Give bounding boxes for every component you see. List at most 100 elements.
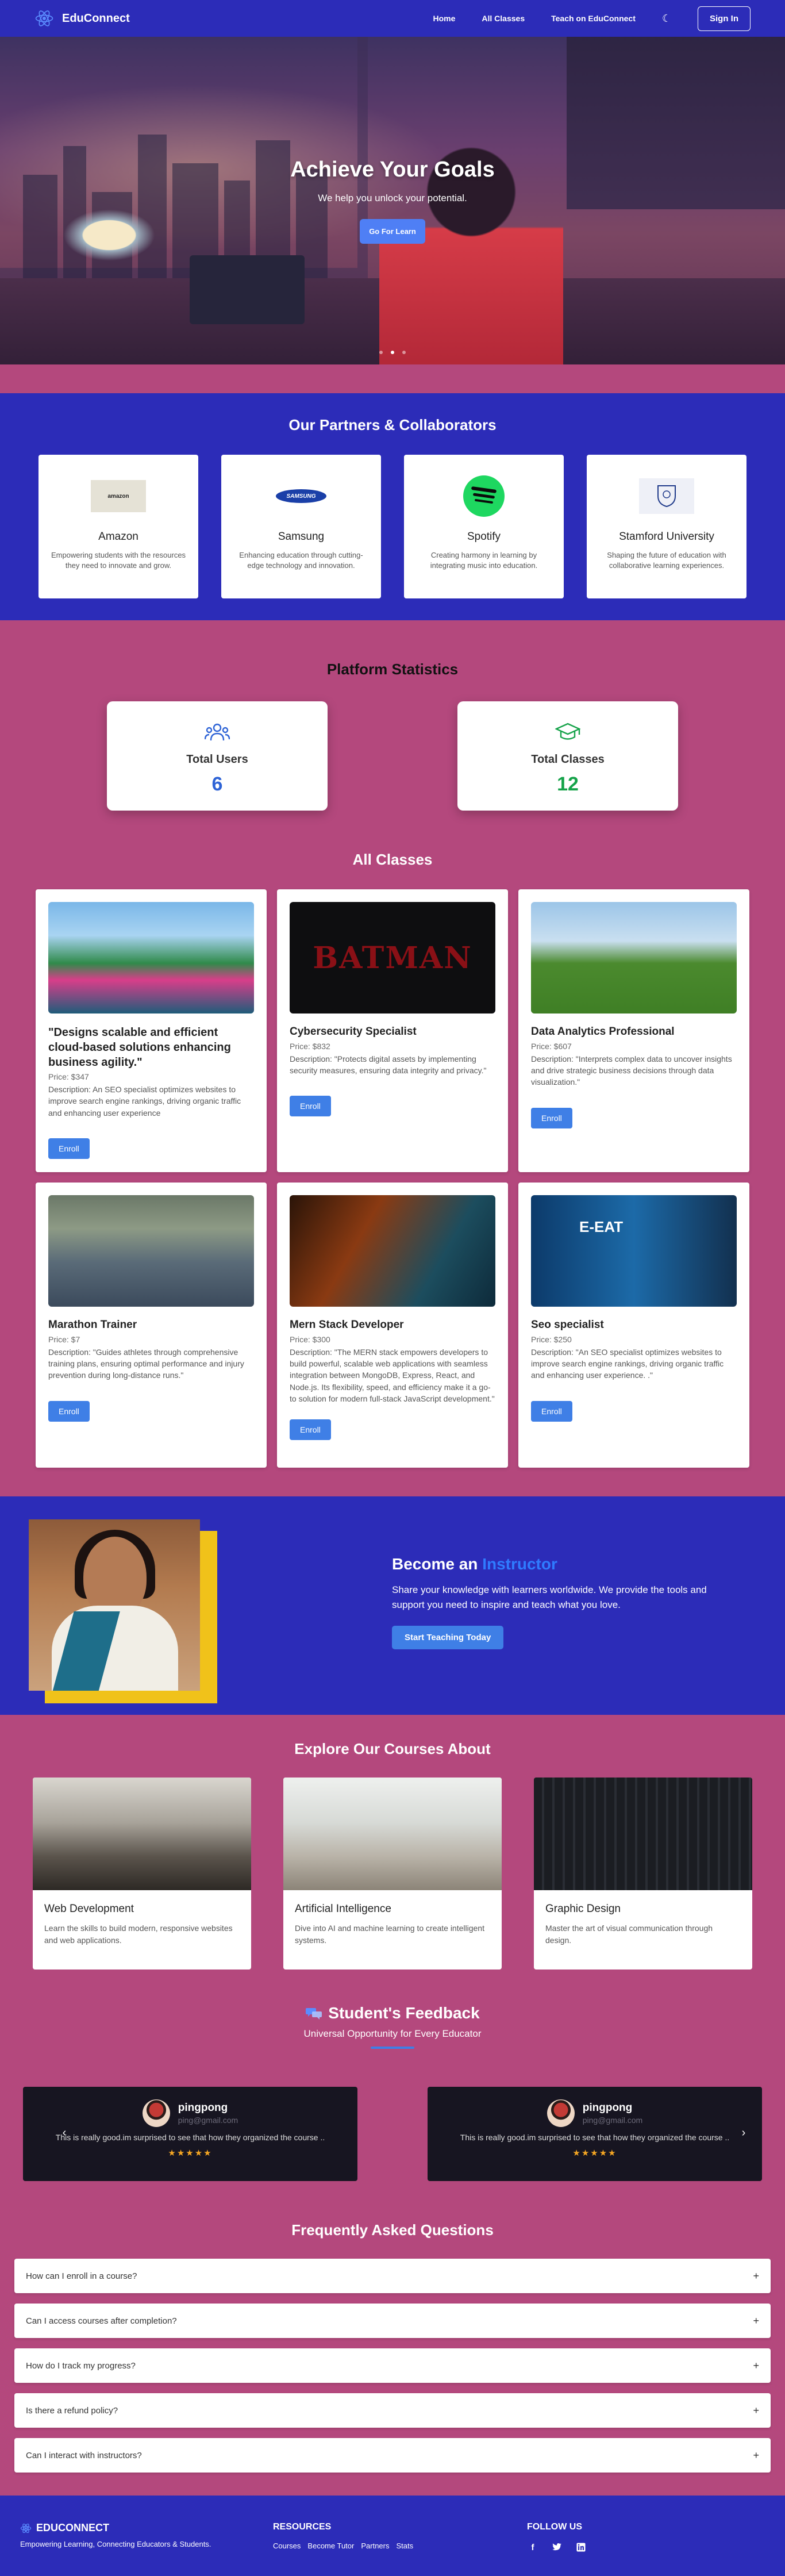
stat-card-classes: Total Classes 12 bbox=[457, 701, 678, 811]
partner-desc: Enhancing education through cutting-edge… bbox=[239, 551, 363, 570]
facebook-icon[interactable]: f bbox=[527, 2542, 538, 2553]
feedback-underline bbox=[371, 2047, 414, 2049]
feedback-subtitle: Universal Opportunity for Every Educator bbox=[303, 2028, 482, 2039]
explore-courses-section: Explore Our Courses About Web Developmen… bbox=[0, 1715, 785, 1981]
faq-item[interactable]: Can I interact with instructors? + bbox=[14, 2438, 771, 2473]
enroll-button[interactable]: Enroll bbox=[531, 1107, 572, 1128]
enroll-button[interactable]: Enroll bbox=[531, 1400, 572, 1422]
faq-item[interactable]: Is there a refund policy? + bbox=[14, 2393, 771, 2428]
class-title: Marathon Trainer bbox=[48, 1319, 137, 1331]
nav-link-teach[interactable]: Teach on EduConnect bbox=[551, 14, 636, 23]
explore-card-graphic-design[interactable]: Graphic Design Master the art of visual … bbox=[534, 1778, 752, 1970]
class-title: Data Analytics Professional bbox=[531, 1026, 675, 1038]
partner-card-amazon: amazon Amazon Empowering students with t… bbox=[39, 455, 198, 598]
spotify-logo bbox=[463, 475, 505, 517]
enroll-button[interactable]: Enroll bbox=[290, 1096, 331, 1117]
go-for-learn-button[interactable]: Go For Learn bbox=[360, 219, 425, 244]
carousel-dots bbox=[0, 351, 785, 354]
stamford-logo bbox=[639, 478, 694, 514]
hero-subtitle: We help you unlock your potential. bbox=[318, 193, 467, 204]
faq-item[interactable]: How do I track my progress? + bbox=[14, 2348, 771, 2383]
chat-bubbles-icon bbox=[306, 2008, 322, 2020]
faq-item[interactable]: Can I access courses after completion? + bbox=[14, 2304, 771, 2338]
class-price: Price: $250 bbox=[531, 1334, 572, 1344]
twitter-icon[interactable] bbox=[551, 2542, 563, 2553]
faq-question: How can I enroll in a course? bbox=[26, 2271, 137, 2281]
explore-card-web-development[interactable]: Web Development Learn the skills to buil… bbox=[33, 1778, 251, 1970]
seo-image-text: E-EAT bbox=[579, 1218, 624, 1235]
class-desc: Description: "Protects digital assets by… bbox=[290, 1054, 487, 1075]
avatar bbox=[142, 2099, 170, 2127]
footer-link-stats[interactable]: Stats bbox=[397, 2542, 414, 2550]
footer: EDUCONNECT Empowering Learning, Connecti… bbox=[0, 2496, 785, 2576]
brand[interactable]: EduConnect bbox=[34, 9, 130, 28]
stat-value-users: 6 bbox=[211, 773, 223, 795]
class-card: "Designs scalable and efficient cloud-ba… bbox=[36, 889, 267, 1172]
faq-title: Frequently Asked Questions bbox=[291, 2221, 494, 2239]
enroll-button[interactable]: Enroll bbox=[48, 1400, 90, 1422]
navbar: EduConnect Home All Classes Teach on Edu… bbox=[0, 0, 785, 37]
class-desc: Description: "Interprets complex data to… bbox=[531, 1054, 732, 1087]
atom-logo-icon bbox=[20, 2523, 32, 2533]
enroll-button[interactable]: Enroll bbox=[48, 1138, 90, 1159]
faq-question: Is there a refund policy? bbox=[26, 2405, 118, 2416]
footer-link-courses[interactable]: Courses bbox=[273, 2542, 301, 2550]
explore-card-artificial-intelligence[interactable]: Artificial Intelligence Dive into AI and… bbox=[283, 1778, 502, 1970]
feedback-text: This is really good.im surprised to see … bbox=[55, 2133, 325, 2142]
partner-card-samsung: SAMSUNG Samsung Enhancing education thro… bbox=[221, 455, 381, 598]
atom-logo-icon bbox=[35, 10, 53, 26]
explore-card-title: Web Development bbox=[44, 1903, 134, 1915]
class-image-developer bbox=[290, 1195, 495, 1307]
batman-image-text: BATMAN bbox=[313, 940, 472, 976]
stat-card-users: Total Users 6 bbox=[107, 701, 328, 811]
class-title: Mern Stack Developer bbox=[290, 1319, 404, 1331]
footer-resources-column: RESOURCES Courses Become Tutor Partners … bbox=[273, 2522, 527, 2550]
carousel-dot-2[interactable] bbox=[391, 351, 394, 354]
nav-link-home[interactable]: Home bbox=[433, 14, 455, 23]
plus-icon: + bbox=[753, 2359, 759, 2371]
all-classes-section: All Classes "Designs scalable and effici… bbox=[0, 828, 785, 1496]
footer-resources-heading: RESOURCES bbox=[273, 2522, 332, 2532]
nav-link-all-classes[interactable]: All Classes bbox=[482, 14, 525, 23]
class-image-landscape bbox=[48, 902, 254, 1013]
enroll-button[interactable]: Enroll bbox=[290, 1419, 331, 1441]
partner-name: Amazon bbox=[98, 531, 138, 543]
carousel-dot-3[interactable] bbox=[402, 351, 406, 354]
faq-item[interactable]: How can I enroll in a course? + bbox=[14, 2259, 771, 2293]
faq-section: Frequently Asked Questions How can I enr… bbox=[0, 2198, 785, 2496]
partners-section: Our Partners & Collaborators amazon Amaz… bbox=[0, 393, 785, 620]
instructor-title: Become an Instructor bbox=[392, 1555, 737, 1573]
partner-name: Spotify bbox=[467, 531, 501, 543]
moon-icon[interactable]: ☾ bbox=[662, 13, 671, 25]
start-teaching-button[interactable]: Start Teaching Today bbox=[392, 1625, 504, 1649]
feedback-name: pingpong bbox=[582, 2102, 633, 2114]
carousel-dot-1[interactable] bbox=[379, 351, 383, 354]
explore-card-title: Graphic Design bbox=[545, 1903, 621, 1915]
footer-link-partners[interactable]: Partners bbox=[361, 2542, 389, 2550]
class-price: Price: $607 bbox=[531, 1041, 572, 1051]
explore-grid: Web Development Learn the skills to buil… bbox=[32, 1778, 753, 1970]
class-price: Price: $347 bbox=[48, 1072, 89, 1081]
partner-desc: Shaping the future of education with col… bbox=[607, 551, 726, 570]
avatar bbox=[547, 2099, 575, 2127]
chevron-right-icon[interactable]: › bbox=[737, 2126, 751, 2140]
instructor-photo bbox=[29, 1519, 200, 1691]
footer-link-become-tutor[interactable]: Become Tutor bbox=[307, 2542, 354, 2550]
feedback-email: ping@gmail.com bbox=[178, 2116, 238, 2125]
sign-in-button[interactable]: Sign In bbox=[698, 6, 751, 31]
linkedin-icon[interactable] bbox=[575, 2542, 587, 2553]
stat-value-classes: 12 bbox=[557, 773, 579, 795]
users-icon bbox=[107, 721, 328, 744]
instructor-description: Share your knowledge with learners world… bbox=[392, 1584, 707, 1611]
footer-resource-links: Courses Become Tutor Partners Stats bbox=[273, 2542, 527, 2550]
class-title: Cybersecurity Specialist bbox=[290, 1026, 417, 1038]
chevron-left-icon[interactable]: ‹ bbox=[57, 2126, 71, 2140]
feedback-name: pingpong bbox=[178, 2102, 228, 2114]
samsung-logo: SAMSUNG bbox=[276, 489, 326, 503]
partners-title: Our Partners & Collaborators bbox=[288, 416, 497, 433]
class-image-marathon bbox=[48, 1195, 254, 1307]
explore-title: Explore Our Courses About bbox=[294, 1740, 491, 1757]
graduation-cap-icon bbox=[457, 721, 678, 744]
class-desc: Description: "Guides athletes through co… bbox=[48, 1347, 244, 1380]
plus-icon: + bbox=[753, 2270, 759, 2282]
